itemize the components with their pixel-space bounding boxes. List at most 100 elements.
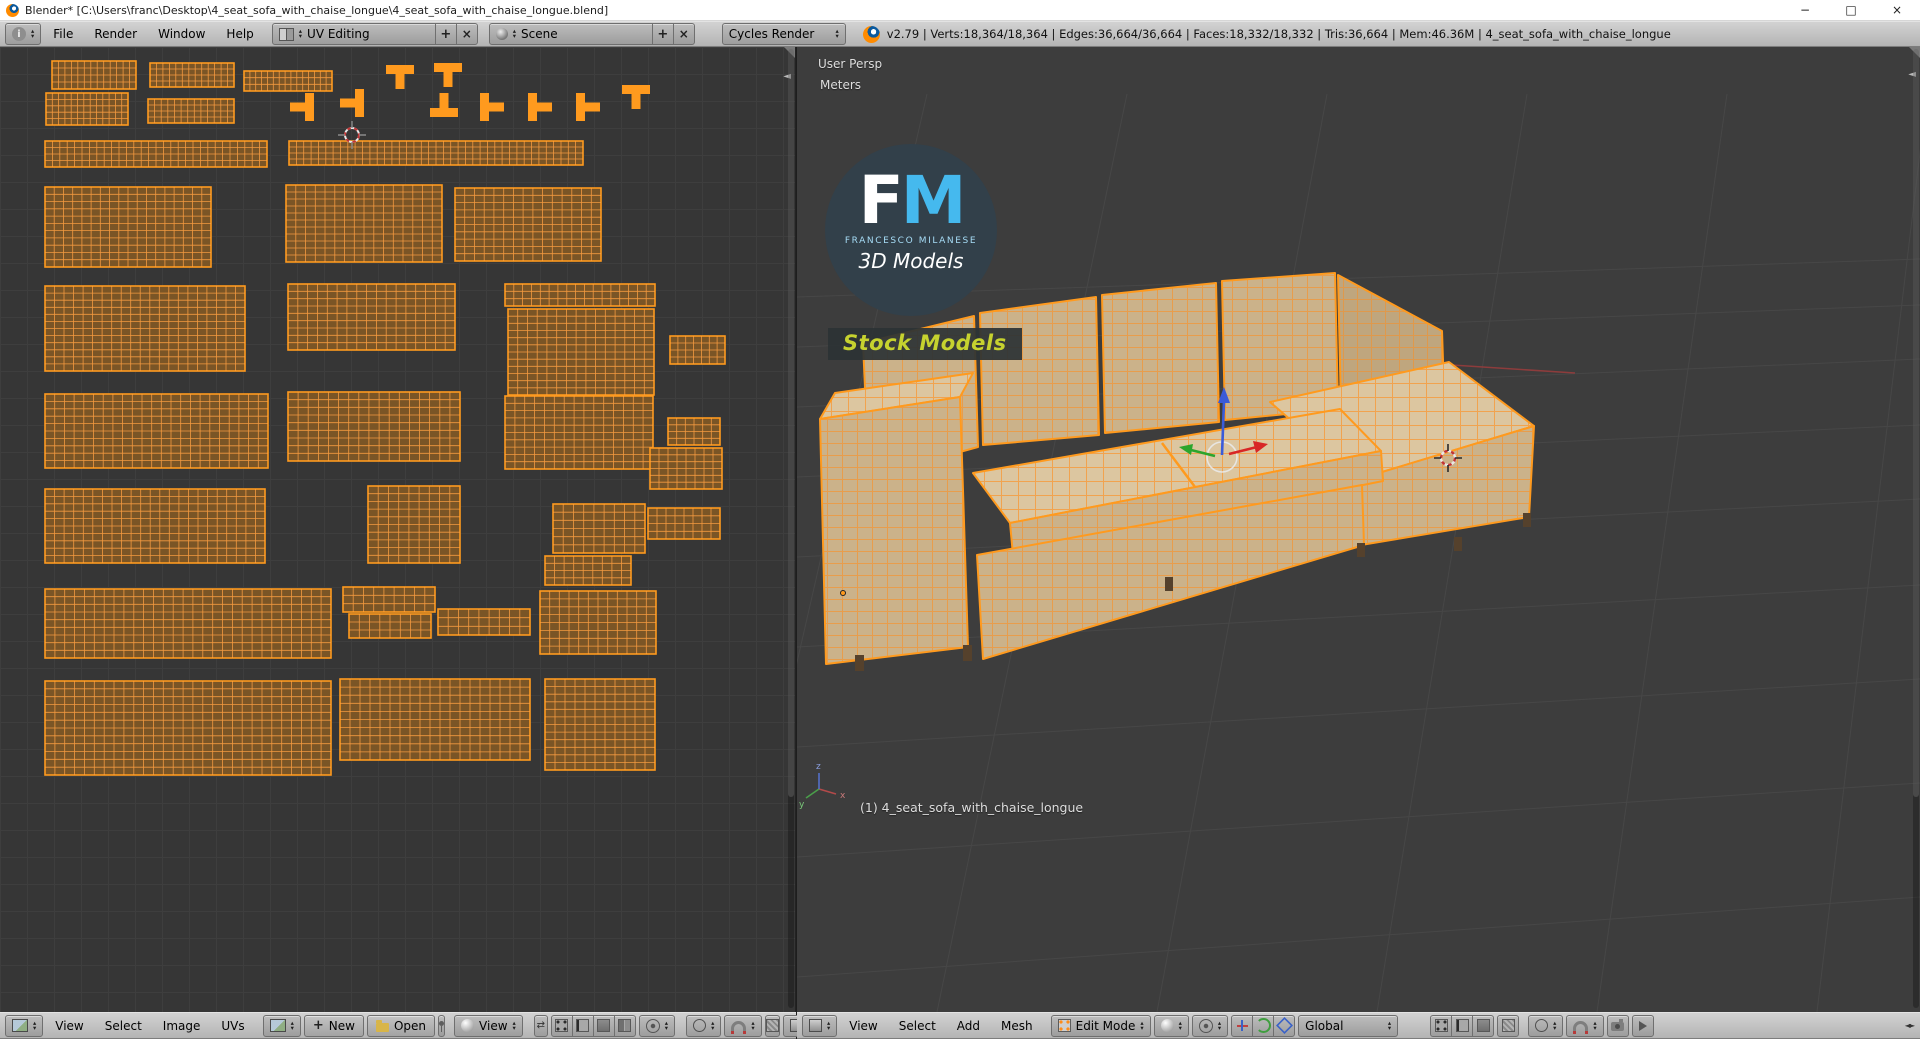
screen-layout-selector[interactable]: UV Editing — [271, 23, 436, 45]
uv-island[interactable] — [147, 98, 235, 124]
transform-orientation-selector[interactable]: Global — [1298, 1014, 1399, 1037]
uv-island-small[interactable] — [528, 93, 552, 121]
render-engine-selector[interactable]: Cycles Render — [721, 23, 846, 45]
snap-selector[interactable] — [724, 1014, 762, 1037]
opengl-render-button[interactable] — [1606, 1014, 1629, 1037]
uv-island[interactable] — [44, 393, 269, 469]
viewport-3d[interactable]: x y z User Persp Meters (1) 4_seat_sofa_… — [797, 47, 1920, 1012]
uv-island[interactable] — [339, 678, 531, 761]
proportional-edit-selector[interactable] — [1528, 1014, 1564, 1037]
menu-window[interactable]: Window — [149, 25, 214, 43]
uv-island[interactable] — [649, 447, 723, 490]
close-button[interactable]: × — [1874, 0, 1920, 20]
uv-island-small[interactable] — [622, 85, 650, 109]
limit-selection-to-visible-toggle[interactable] — [1497, 1014, 1520, 1037]
uv-island[interactable] — [504, 395, 654, 470]
uv-island[interactable] — [552, 503, 646, 554]
uv-menu-image[interactable]: Image — [154, 1017, 210, 1035]
manipulator-scale-button[interactable] — [1273, 1014, 1296, 1037]
uv-island[interactable] — [667, 417, 721, 446]
v3d-menu-mesh[interactable]: Mesh — [992, 1017, 1042, 1035]
uv-island[interactable] — [51, 60, 137, 90]
uv-island[interactable] — [669, 335, 726, 365]
uv-island-small[interactable] — [430, 93, 458, 117]
uv-island[interactable] — [44, 186, 212, 268]
uv-select-mode-edge-button[interactable] — [571, 1014, 594, 1037]
delete-screen-layout-button[interactable] — [455, 23, 478, 45]
menu-file[interactable]: File — [44, 25, 82, 43]
uv-island[interactable] — [504, 283, 656, 307]
maximize-button[interactable]: □ — [1828, 0, 1874, 20]
proportional-edit-selector[interactable] — [686, 1014, 722, 1037]
uv-island[interactable] — [437, 608, 531, 636]
uv-vertical-scrollbar[interactable] — [788, 49, 794, 1008]
minimize-button[interactable]: − — [1782, 0, 1828, 20]
uv-menu-uvs[interactable]: UVs — [212, 1017, 253, 1035]
interaction-mode-selector[interactable]: Edit Mode — [1050, 1014, 1151, 1037]
uv-island[interactable] — [287, 391, 461, 462]
uv-island[interactable] — [44, 285, 246, 372]
image-datablock-browser[interactable] — [262, 1014, 301, 1037]
uv-editor-mode-selector[interactable]: View — [454, 1014, 523, 1037]
pin-image-button[interactable] — [438, 1014, 446, 1037]
v3d-menu-view[interactable]: View — [840, 1017, 886, 1035]
uv-canvas[interactable] — [0, 47, 796, 1012]
editor-type-button-image[interactable] — [5, 1014, 44, 1037]
uv-island[interactable] — [539, 590, 657, 655]
uv-island-small[interactable] — [340, 89, 364, 117]
uv-select-mode-island-button[interactable] — [613, 1014, 636, 1037]
manipulator-translate-button[interactable] — [1231, 1014, 1254, 1037]
open-image-button[interactable]: Open — [366, 1014, 436, 1037]
uv-island-small[interactable] — [480, 93, 504, 121]
uv-island[interactable] — [507, 308, 655, 396]
uv-island[interactable] — [287, 283, 456, 351]
uv-island-small[interactable] — [576, 93, 600, 121]
menu-render[interactable]: Render — [85, 25, 146, 43]
uv-island[interactable] — [243, 70, 333, 92]
uv-island[interactable] — [454, 187, 602, 262]
uv-image-editor[interactable] — [0, 47, 796, 1012]
menu-help[interactable]: Help — [217, 25, 262, 43]
uv-island[interactable] — [149, 62, 235, 88]
uv-menu-select[interactable]: Select — [96, 1017, 151, 1035]
v3d-menu-select[interactable]: Select — [890, 1017, 945, 1035]
uv-island[interactable] — [45, 92, 129, 126]
uv-select-mode-vertex-button[interactable] — [550, 1014, 573, 1037]
uv-island[interactable] — [288, 140, 584, 166]
editor-type-button-3dview[interactable] — [802, 1014, 838, 1037]
editor-type-button-info[interactable] — [5, 23, 42, 45]
scene-selector[interactable]: Scene — [488, 23, 653, 45]
uv-menu-view[interactable]: View — [46, 1017, 92, 1035]
uv-island[interactable] — [44, 680, 332, 776]
uv-island[interactable] — [44, 140, 268, 168]
header-overflow-arrows-icon[interactable] — [1905, 1021, 1915, 1030]
uv-island[interactable] — [348, 613, 432, 639]
uv-island[interactable] — [544, 678, 656, 771]
add-scene-button[interactable] — [651, 23, 674, 45]
uv-sticky-selection-selector[interactable] — [638, 1014, 676, 1037]
uv-island[interactable] — [285, 184, 443, 263]
uv-island-small[interactable] — [290, 93, 314, 121]
new-image-button[interactable]: New — [303, 1014, 364, 1037]
scrollbar-thumb[interactable] — [1913, 49, 1919, 798]
uv-island[interactable] — [367, 485, 461, 564]
uv-select-sync-toggle[interactable] — [533, 1014, 548, 1037]
delete-scene-button[interactable] — [672, 23, 695, 45]
uv-island[interactable] — [544, 555, 632, 586]
manipulator-rotate-button[interactable] — [1252, 1014, 1275, 1037]
uv-island[interactable] — [44, 488, 266, 564]
add-screen-layout-button[interactable] — [434, 23, 457, 45]
select-mode-vertex-button[interactable] — [1430, 1014, 1453, 1037]
viewport-scrollbar[interactable] — [1913, 49, 1919, 1008]
uv-island[interactable] — [44, 588, 332, 659]
uv-island-small[interactable] — [434, 63, 462, 87]
scrollbar-thumb[interactable] — [788, 49, 794, 798]
uv-island-small[interactable] — [386, 65, 414, 89]
snap-selector[interactable] — [1566, 1014, 1604, 1037]
uv-islands-layer[interactable] — [44, 60, 726, 776]
viewport-shading-selector[interactable] — [1153, 1014, 1189, 1037]
select-mode-edge-button[interactable] — [1451, 1014, 1474, 1037]
select-mode-face-button[interactable] — [1472, 1014, 1495, 1037]
opengl-render-animation-button[interactable] — [1631, 1014, 1654, 1037]
pivot-point-selector[interactable] — [1191, 1014, 1229, 1037]
